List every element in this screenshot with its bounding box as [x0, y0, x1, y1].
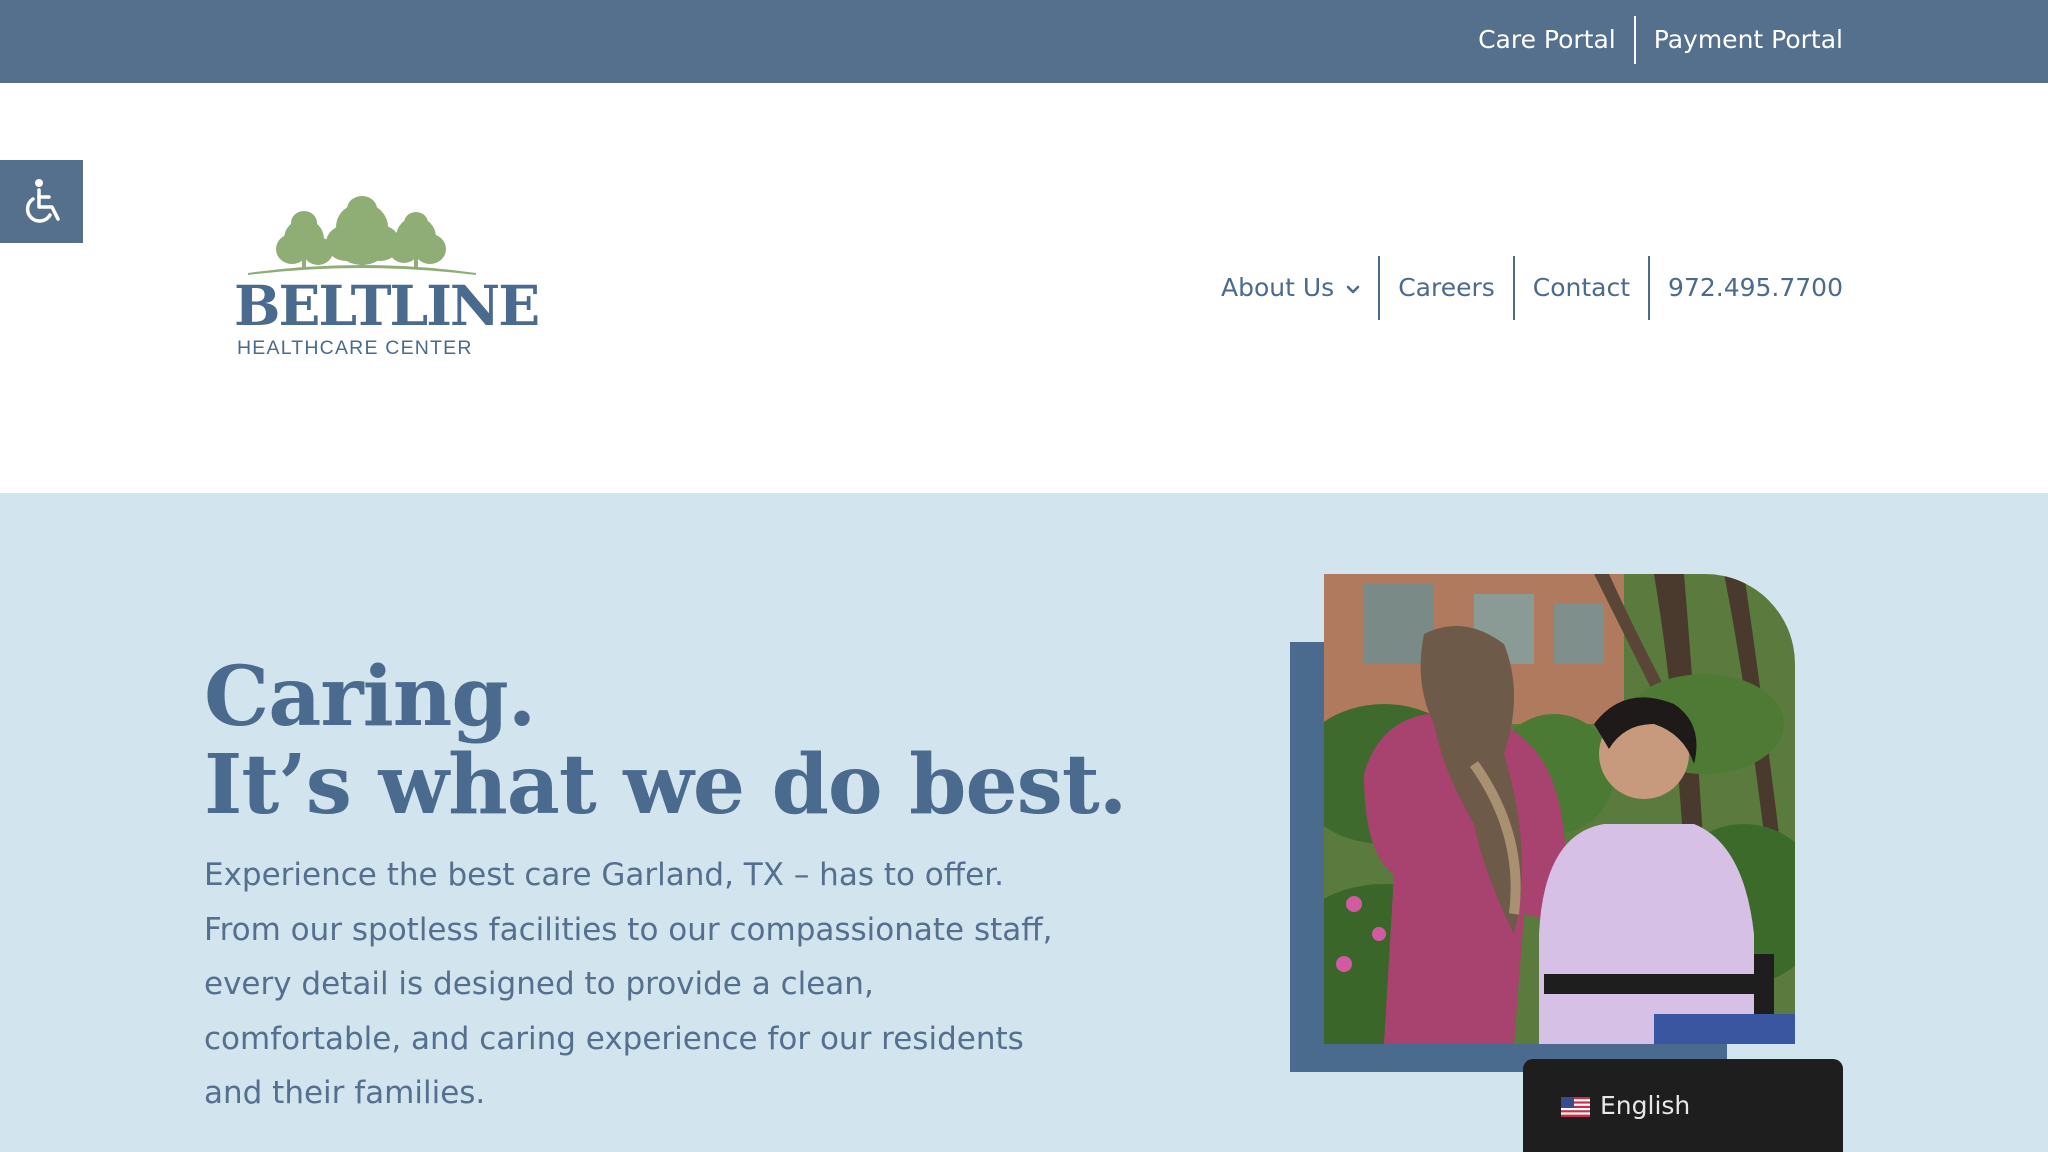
hero-description: Experience the best care Garland, TX – h… — [204, 857, 1053, 1111]
hero-photo — [1324, 574, 1795, 1044]
nav-careers[interactable]: Careers — [1380, 256, 1513, 320]
hero-heading: Caring. It’s what we do best. — [204, 649, 1127, 833]
us-flag-icon — [1561, 1097, 1590, 1117]
language-label: English — [1600, 1091, 1691, 1120]
care-portal-link[interactable]: Care Portal — [1460, 16, 1634, 64]
accessibility-button[interactable] — [0, 160, 83, 243]
wheelchair-icon — [25, 178, 60, 223]
beltline-logo[interactable]: BELTLINE HEALTHCARE CENTER — [234, 191, 540, 359]
hero-heading-line2: It’s what we do best. — [204, 737, 1127, 833]
nav-about-us[interactable]: About Us — [1221, 256, 1378, 320]
payment-portal-link[interactable]: Payment Portal — [1636, 16, 1843, 64]
hero-section: Caring. It’s what we do best. Experience… — [0, 493, 2048, 1152]
trees-icon — [248, 196, 476, 275]
nav-phone-link[interactable]: 972.495.7700 — [1650, 256, 1843, 320]
top-utility-bar: Care Portal Payment Portal — [0, 0, 2048, 83]
chevron-down-icon — [1346, 285, 1360, 294]
main-navigation: About Us Careers Contact 972.495.7700 — [1221, 256, 1843, 320]
site-header: BELTLINE HEALTHCARE CENTER About Us Care… — [0, 83, 2048, 493]
nav-contact[interactable]: Contact — [1515, 256, 1648, 320]
logo-wordmark: BELTLINE — [234, 273, 540, 338]
caregiver-resident-photo — [1324, 574, 1795, 1044]
language-switcher[interactable]: English — [1523, 1059, 1843, 1152]
hero-heading-line1: Caring. — [204, 649, 536, 745]
logo-subtitle: HEALTHCARE CENTER — [237, 337, 473, 359]
nav-about-label: About Us — [1221, 273, 1335, 302]
utility-links: Care Portal Payment Portal — [1460, 16, 1843, 64]
